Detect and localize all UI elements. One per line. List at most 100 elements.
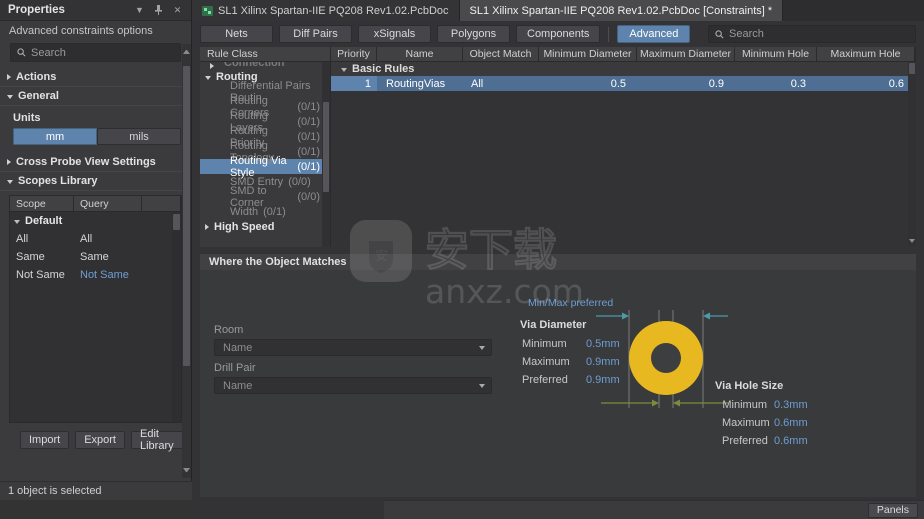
rules-group-basic-rules[interactable]: Basic Rules [331,62,916,76]
field-drill-pair: Drill Pair Name [214,362,492,394]
scopes-button-row: Import Export Edit Library [9,423,183,455]
tree-node-width[interactable]: Width (0/1) [200,204,330,219]
scrollbar-thumb[interactable] [173,214,180,230]
rule-class-tree-body: Plane/Pad Connection Routing Differentia… [200,62,330,247]
drill-pair-combobox[interactable]: Name [214,377,492,394]
scopes-col-query: Query [74,196,142,211]
panels-button[interactable]: Panels [867,502,918,518]
units-option-mils[interactable]: mils [97,128,181,145]
tree-node-count: (0/1) [297,145,320,158]
units-block: Units mm mils [0,106,191,153]
scrollbar-thumb[interactable] [909,63,915,74]
cell-maximum-diameter: 0.9 [708,77,724,90]
scroll-down-icon[interactable] [183,468,190,472]
label: Minimum [722,399,767,411]
tab-diff-pairs[interactable]: Diff Pairs [279,25,352,43]
close-icon[interactable]: ✕ [172,5,183,16]
pin-icon[interactable] [153,5,164,16]
application-window: Properties ▼ ✕ Advanced constraints opti… [0,0,924,519]
column-minimum-hole[interactable]: Minimum Hole [735,47,817,61]
scroll-down-icon[interactable] [909,239,915,243]
main-area: SL1 Xilinx Spartan-IIE PQ208 Rev1.02.Pcb… [192,0,924,519]
scroll-up-icon[interactable] [183,50,190,54]
tree-node-routing-via-style[interactable]: Routing Via Style (0/1) [200,155,330,179]
tab-advanced[interactable]: Advanced [617,25,691,43]
via-hole-size-values: Minimum 0.3mm Maximum 0.6mm Preferred 0.… [722,396,808,450]
column-minimum-diameter[interactable]: Minimum Diameter [539,47,637,61]
toolbar-search-box[interactable] [708,25,916,43]
rules-grid-scrollbar[interactable] [908,62,916,247]
column-name[interactable]: Name [377,47,463,61]
units-option-mm[interactable]: mm [13,128,97,145]
properties-panel: Properties ▼ ✕ Advanced constraints opti… [0,0,192,500]
column-object-match[interactable]: Object Match [463,47,539,61]
table-row[interactable]: All All [10,230,181,248]
table-row[interactable]: Same Same [10,248,181,266]
label: Preferred [722,435,768,447]
section-scopes-library[interactable]: Scopes Library [0,172,191,191]
properties-search-box[interactable] [10,43,181,62]
column-priority[interactable]: Priority [331,47,377,61]
properties-scroll-area: Actions General Units mm mils Cross Prob… [0,68,191,500]
tab-components[interactable]: Components [516,25,601,43]
section-actions-label: Actions [16,71,57,83]
tree-scrollbar[interactable] [322,62,330,247]
via-hole-preferred-row: Preferred 0.6mm [722,432,808,450]
field-room: Room Name [214,324,492,356]
scope-cell: Same [16,251,45,263]
table-row[interactable]: 1 RoutingVias All 0.5 0.9 0.3 0.6 [331,76,916,91]
tree-node-label: Plane/Pad Connection [224,62,285,69]
rule-class-tree: Rule Class Plane/Pad Connection Routing … [200,47,331,247]
chevron-down-icon[interactable]: ▼ [134,5,145,16]
tree-node-plane-pad-connection[interactable]: Plane/Pad Connection [200,62,330,69]
tree-node-count: (0/1) [297,130,320,143]
constraints-toolbar: Nets Diff Pairs xSignals Polygons Compon… [192,21,924,47]
section-actions[interactable]: Actions [0,68,191,87]
label: Minimum [522,338,567,350]
edit-library-button[interactable]: Edit Library [130,428,183,452]
scrollbar-thumb[interactable] [183,66,190,366]
document-tab-bar: SL1 Xilinx Spartan-IIE PQ208 Rev1.02.Pcb… [192,0,924,21]
label: Maximum [722,417,770,429]
value[interactable]: 0.3mm [774,399,808,411]
column-maximum-hole[interactable]: Maximum Hole [817,47,915,61]
section-general[interactable]: General [0,87,191,106]
cell-minimum-diameter: 0.5 [610,77,626,90]
cell-priority: 1 [331,76,377,91]
tab-xsignals[interactable]: xSignals [358,25,431,43]
chevron-down-icon [479,345,485,350]
units-label: Units [13,112,41,124]
scope-cell: Not Same [16,269,65,281]
value[interactable]: 0.6mm [774,435,808,447]
chevron-right-icon [7,159,11,165]
rules-group-label: Basic Rules [352,63,415,75]
via-diameter-title: Via Diameter [520,319,587,331]
scopes-group-row[interactable]: Default [10,212,181,230]
export-button[interactable]: Export [75,431,125,449]
document-tab-constraints[interactable]: SL1 Xilinx Spartan-IIE PQ208 Rev1.02.Pcb… [459,0,784,21]
tab-nets[interactable]: Nets [200,25,273,43]
room-combobox[interactable]: Name [214,339,492,356]
properties-panel-header: Properties ▼ ✕ [0,0,191,21]
cell-object-match: All [471,77,484,90]
document-tab-pcbdoc[interactable]: SL1 Xilinx Spartan-IIE PQ208 Rev1.02.Pcb… [192,0,460,21]
rules-grid: Priority Name Object Match Minimum Diame… [331,47,916,247]
via-hole-size-title: Via Hole Size [715,380,784,392]
tree-node-smd-to-corner[interactable]: SMD to Corner (0/0) [200,185,330,209]
properties-panel-scrollbar[interactable] [182,44,191,478]
scopes-table-scrollbar[interactable] [172,212,181,422]
value[interactable]: 0.6mm [774,417,808,429]
scrollbar-thumb[interactable] [323,102,329,192]
section-cross-probe-view-settings[interactable]: Cross Probe View Settings [0,153,191,172]
query-cell: All [80,233,93,245]
tree-node-count: (0/0) [297,190,320,203]
toolbar-search-input[interactable] [729,28,909,40]
query-cell: Not Same [80,269,129,281]
tab-polygons[interactable]: Polygons [437,25,510,43]
import-button[interactable]: Import [20,431,70,449]
cell-minimum-hole: 0.3 [790,77,806,90]
properties-search-input[interactable] [31,46,174,59]
tree-node-high-speed[interactable]: High Speed [200,219,330,234]
table-row[interactable]: Not Same Not Same [10,266,181,284]
column-maximum-diameter[interactable]: Maximum Diameter [637,47,735,61]
